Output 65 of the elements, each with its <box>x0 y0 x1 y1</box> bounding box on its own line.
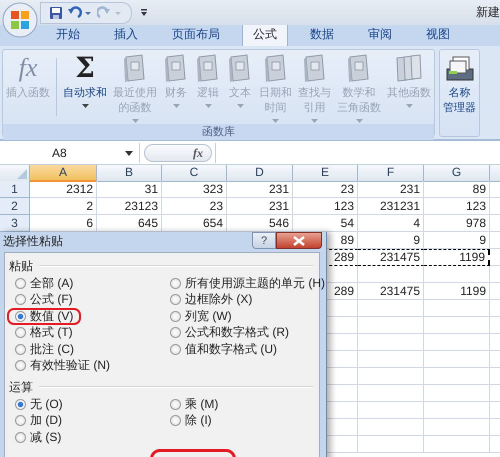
help-button[interactable]: ? <box>252 232 276 249</box>
ribbon-tab[interactable]: 审阅 <box>356 23 404 46</box>
column-header[interactable]: C <box>162 165 227 182</box>
column-header[interactable]: D <box>227 165 293 182</box>
ribbon-tab[interactable]: 开始 <box>44 23 92 46</box>
row-header[interactable]: 2 <box>0 198 30 215</box>
sum-icon: Σ <box>75 52 95 84</box>
insert-function-button[interactable]: fx <box>144 144 212 162</box>
ribbon-tab[interactable]: 数据 <box>298 23 346 46</box>
function-icon: fx <box>18 52 38 84</box>
radio-option[interactable]: 乘 (M) <box>170 396 218 412</box>
table-cell: 31 <box>97 181 162 198</box>
column-header[interactable]: E <box>293 165 358 182</box>
section-label: 粘贴 <box>9 258 33 274</box>
table-cell: 2312 <box>30 181 97 198</box>
document-title: 新建 <box>476 4 500 21</box>
dialog-title: 选择性粘贴 <box>3 232 63 250</box>
table-cell: 231475 <box>358 249 424 266</box>
table-cell: 123 <box>424 198 490 215</box>
radio-option[interactable]: 全部 (A) <box>15 275 74 292</box>
group-label: 函数库 <box>3 124 434 140</box>
table-cell: 23 <box>293 181 358 198</box>
radio-option[interactable]: 无 (O) <box>15 396 63 412</box>
radio-option[interactable]: 减 (S) <box>15 429 62 446</box>
column-header[interactable]: G <box>424 165 490 182</box>
table-cell: 1199 <box>424 283 490 300</box>
table-cell: 231475 <box>358 283 424 300</box>
radio-option[interactable]: 公式和数字格式 (R) <box>170 324 289 341</box>
radio-option[interactable]: 值和数字格式 (U) <box>170 341 277 358</box>
table-cell: 2 <box>30 198 97 215</box>
section-label: 运算 <box>9 378 33 396</box>
table-cell: 231 <box>358 181 424 198</box>
radio-option[interactable]: 数值 (V) <box>7 308 82 324</box>
column-header[interactable]: F <box>358 165 424 182</box>
table-cell: 231 <box>227 181 293 198</box>
radio-option[interactable]: 公式 (F) <box>15 292 73 308</box>
table-cell: 23123 <box>97 198 162 215</box>
ribbon-button[interactable]: Σ 自动求和 <box>60 50 110 109</box>
table-cell: 89 <box>424 181 490 198</box>
radio-option[interactable]: 加 (D) <box>15 412 62 429</box>
table-cell: 231 <box>227 198 293 215</box>
table-cell: 323 <box>162 181 227 198</box>
radio-option[interactable]: 有效性验证 (N) <box>15 358 110 374</box>
ribbon-tab[interactable]: 插入 <box>102 23 150 46</box>
table-cell: 978 <box>424 215 490 232</box>
table-cell: 123 <box>293 198 358 215</box>
column-header[interactable]: B <box>97 165 162 182</box>
table-cell: 4 <box>358 215 424 232</box>
table-cell: 23 <box>162 198 227 215</box>
radio-option[interactable]: 列宽 (W) <box>170 308 232 324</box>
row-header[interactable]: 3 <box>0 215 30 232</box>
table-cell: 231231 <box>358 198 424 215</box>
table-cell: 9 <box>424 232 490 249</box>
ribbon-tab[interactable]: 视图 <box>414 23 462 46</box>
table-cell: 1199 <box>424 249 490 266</box>
row-header[interactable]: 1 <box>0 181 30 198</box>
ribbon-button[interactable]: 名称 管理器 <box>440 50 479 116</box>
name-box[interactable]: A8 <box>0 143 140 163</box>
table-cell: 9 <box>358 232 424 249</box>
radio-option[interactable]: 除 (I) <box>170 412 212 429</box>
ribbon-tab[interactable]: 页面布局 <box>160 23 232 46</box>
radio-option[interactable]: 边框除外 (X) <box>170 292 252 308</box>
radio-option[interactable]: 格式 (T) <box>15 324 73 341</box>
radio-option[interactable]: 批注 (C) <box>15 341 74 358</box>
column-header[interactable]: A <box>30 165 97 182</box>
